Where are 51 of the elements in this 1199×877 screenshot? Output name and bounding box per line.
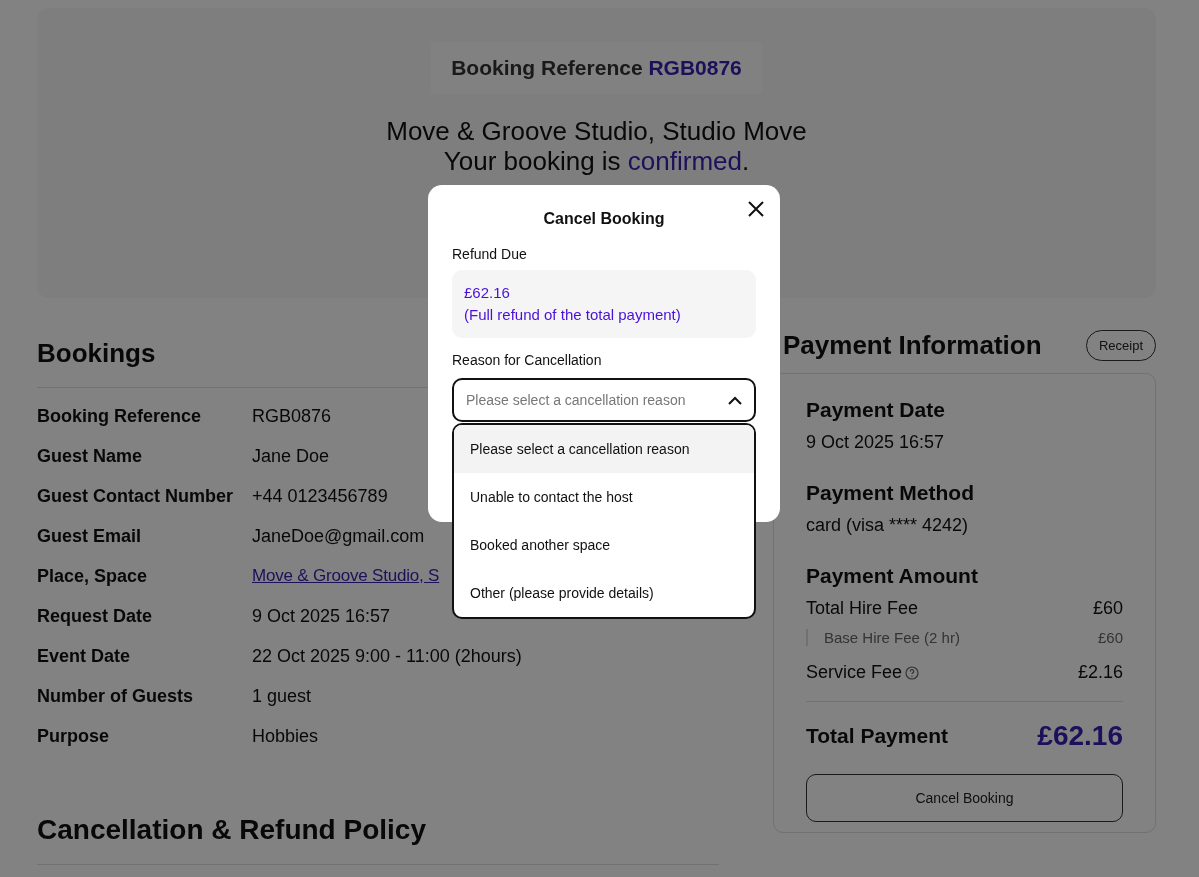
reason-select[interactable]: Please select a cancellation reason bbox=[452, 378, 756, 422]
fee-amount: £2.16 bbox=[1077, 662, 1123, 683]
reason-option[interactable]: Other (please provide details) bbox=[454, 569, 754, 617]
detail-label: Purpose bbox=[37, 725, 111, 747]
payment-method: card (visa **** 4242) bbox=[806, 515, 970, 536]
detail-value: 1 guest bbox=[252, 685, 312, 707]
detail-value: JaneDoe@gmail.com bbox=[252, 525, 425, 547]
detail-label: Event Date bbox=[37, 645, 132, 667]
total-label: Total Payment bbox=[806, 724, 948, 748]
fee-amount: £60 bbox=[1092, 598, 1123, 619]
fee-label: Total Hire Fee bbox=[806, 598, 919, 619]
total-amount: £62.16 bbox=[1037, 720, 1123, 752]
detail-value: RGB0876 bbox=[252, 405, 332, 427]
fee-label: Base Hire Fee (2 hr) bbox=[824, 629, 960, 646]
refund-label: Refund Due bbox=[452, 246, 528, 262]
detail-label: Number of Guests bbox=[37, 685, 195, 707]
help-icon[interactable] bbox=[905, 665, 920, 680]
payment-method-title: Payment Method bbox=[806, 481, 976, 505]
payment-date-title: Payment Date bbox=[806, 398, 946, 422]
detail-label: Guest Email bbox=[37, 525, 143, 547]
section-title: Cancellation & Refund Policy bbox=[37, 814, 426, 846]
detail-label: Booking Reference bbox=[37, 405, 203, 427]
venue-title: Move & Groove Studio, Studio Move bbox=[386, 116, 807, 146]
reason-label: Reason for Cancellation bbox=[452, 352, 603, 368]
fee-label: Service Fee bbox=[806, 662, 903, 683]
refund-note: (Full refund of the total payment) bbox=[464, 305, 682, 325]
detail-label: Guest Contact Number bbox=[37, 485, 235, 507]
detail-value: 9 Oct 2025 16:57 bbox=[252, 605, 391, 627]
payment-date: 9 Oct 2025 16:57 bbox=[806, 432, 946, 453]
detail-value: Jane Doe bbox=[252, 445, 330, 467]
detail-value: Hobbies bbox=[252, 725, 319, 747]
section-title: Payment Information bbox=[783, 330, 1042, 361]
chevron-icon bbox=[728, 395, 742, 405]
detail-value: +44 0123456789 bbox=[252, 485, 388, 507]
payment-amount-title: Payment Amount bbox=[806, 564, 979, 588]
fee-amount: £60 bbox=[1097, 629, 1123, 646]
dialog-title: Cancel Booking bbox=[542, 210, 666, 228]
section-title: Bookings bbox=[37, 338, 156, 369]
reason-option[interactable]: Unable to contact the host bbox=[454, 473, 754, 521]
cancel-booking-button[interactable]: Cancel Booking bbox=[806, 774, 1123, 822]
reason-option[interactable]: Please select a cancellation reason bbox=[454, 425, 754, 473]
receipt-button[interactable]: Receipt bbox=[1085, 330, 1156, 361]
close-icon[interactable] bbox=[748, 201, 764, 217]
detail-value: 22 Oct 2025 9:00 - 11:00 (2hours) bbox=[252, 645, 522, 667]
detail-label: Place, Space bbox=[37, 565, 149, 587]
refund-amount: £62.16 bbox=[464, 283, 511, 303]
detail-label: Request Date bbox=[37, 605, 154, 627]
status-heading: Your booking is confirmed. bbox=[443, 146, 750, 176]
detail-label: Guest Name bbox=[37, 445, 144, 467]
reason-option[interactable]: Booked another space bbox=[454, 521, 754, 569]
place-link[interactable]: Move & Groove Studio, S bbox=[252, 566, 440, 586]
